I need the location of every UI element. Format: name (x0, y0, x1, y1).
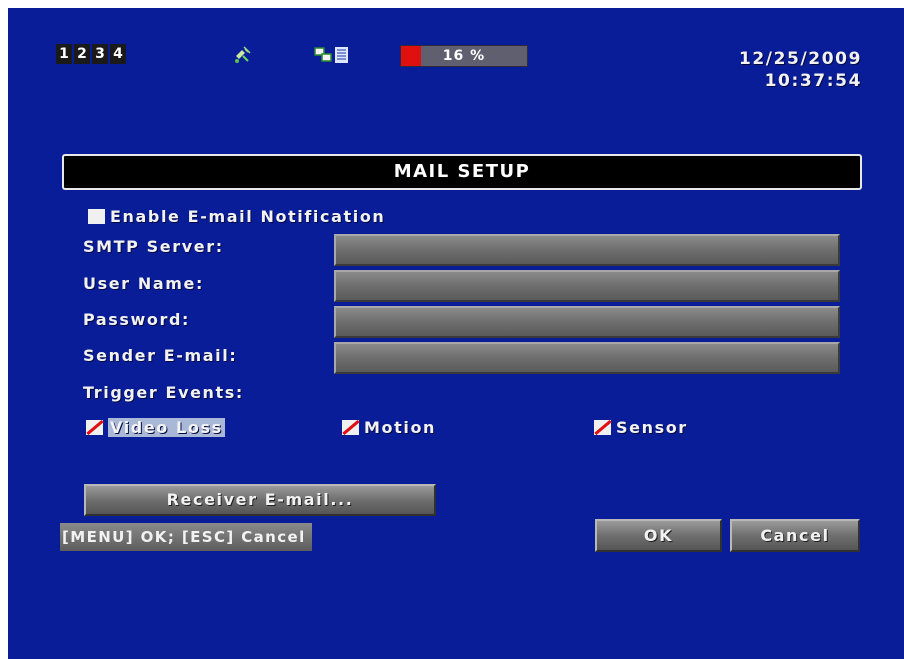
channel-3-indicator: 3 (92, 44, 108, 64)
sender-email-input[interactable] (336, 344, 838, 372)
channel-1-indicator: 1 (56, 44, 72, 64)
trigger-events-label: Trigger Events: (83, 383, 244, 402)
motion-checkbox[interactable] (342, 420, 359, 435)
sensor-checkbox[interactable] (594, 420, 611, 435)
password-label: Password: (83, 310, 191, 329)
video-loss-checkbox[interactable] (86, 420, 103, 435)
time-text: 10:37:54 (764, 71, 862, 91)
dialog-title-bar: MAIL SETUP (62, 154, 862, 190)
password-input[interactable] (336, 308, 838, 336)
trigger-sensor[interactable]: Sensor (594, 417, 688, 439)
user-name-field[interactable] (334, 270, 840, 302)
date-text: 12/25/2009 (738, 49, 862, 69)
cancel-button[interactable]: Cancel (730, 519, 860, 552)
key-hint: [MENU] OK; [ESC] Cancel (60, 523, 312, 551)
date-time-display: 12/25/2009 10:37:54 (739, 48, 862, 92)
receiver-email-button[interactable]: Receiver E-mail... (84, 484, 436, 516)
video-loss-label: Video Loss (108, 418, 225, 437)
password-field[interactable] (334, 306, 840, 338)
user-name-input[interactable] (336, 272, 838, 300)
enable-notification-checkbox[interactable] (88, 209, 105, 224)
sender-email-label: Sender E-mail: (83, 346, 238, 365)
channel-2-indicator: 2 (74, 44, 90, 64)
network-icon (314, 47, 348, 63)
ok-button[interactable]: OK (595, 519, 722, 552)
enable-notification-label: Enable E-mail Notification (110, 207, 386, 226)
smtp-server-input[interactable] (336, 236, 838, 264)
dialog-title: MAIL SETUP (393, 161, 531, 182)
sender-email-field[interactable] (334, 342, 840, 374)
smtp-server-field[interactable] (334, 234, 840, 266)
motion-label: Motion (364, 418, 437, 437)
smtp-server-label: SMTP Server: (83, 237, 224, 256)
hdd-usage-text: 16 % (442, 48, 486, 64)
dvr-screen: 1 2 3 4 16 % 12/25/2009 10:37:54 MAIL SE… (8, 8, 904, 659)
channel-4-indicator: 4 (110, 44, 126, 64)
trigger-video-loss[interactable]: Video Loss (86, 417, 225, 439)
satellite-icon (233, 46, 251, 64)
enable-notification-row[interactable]: Enable E-mail Notification (88, 206, 385, 228)
user-name-label: User Name: (83, 274, 204, 293)
trigger-motion[interactable]: Motion (342, 417, 436, 439)
sensor-label: Sensor (616, 418, 688, 437)
hdd-usage-bar: 16 % (400, 45, 528, 67)
channel-indicators: 1 2 3 4 (56, 44, 126, 64)
